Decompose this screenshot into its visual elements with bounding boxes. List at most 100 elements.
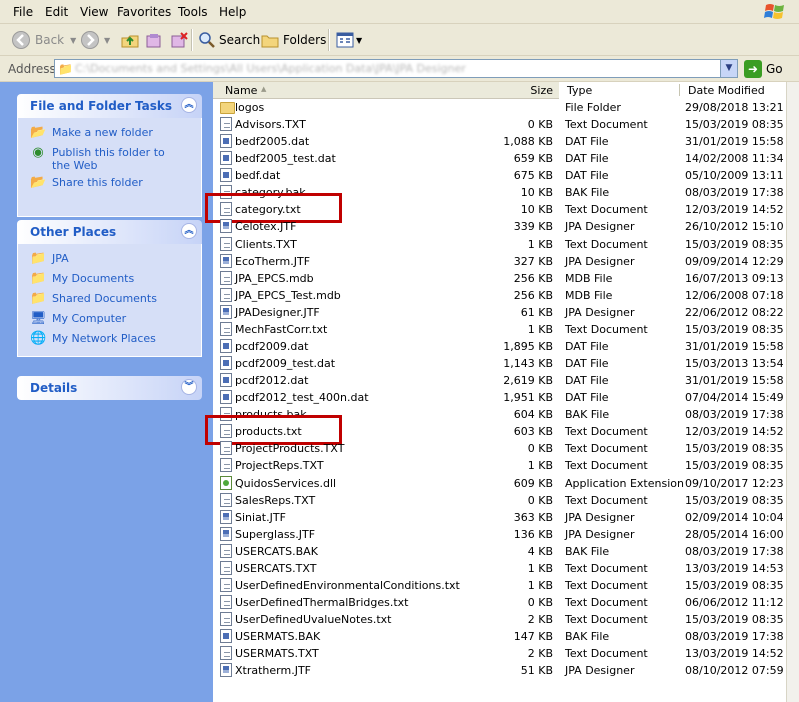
file-row[interactable]: EcoTherm.JTF 327 KB JPA Designer 09/09/2014… — [213, 253, 786, 270]
collapse-icon[interactable]: ︽ — [181, 97, 197, 113]
file-name: USERMATS.BAK — [235, 630, 321, 644]
column-header-size[interactable]: Size — [479, 82, 557, 99]
file-row[interactable]: UserDefinedThermalBridges.txt 0 KB Text Do… — [213, 594, 786, 611]
file-row[interactable]: ProjectReps.TXT 1 KB Text Document 15/03/20… — [213, 457, 786, 474]
file-row[interactable]: Xtratherm.JTF 51 KB JPA Designer 08/10/2012… — [213, 662, 786, 679]
column-header-type[interactable]: Type — [559, 82, 679, 99]
jtf-file-icon — [220, 253, 232, 268]
back-arrow-icon — [12, 31, 30, 49]
file-date: 09/09/2014 12:29 — [685, 254, 784, 268]
panel-header[interactable]: Details ︾ — [17, 376, 202, 400]
file-size: 0 KB — [527, 442, 553, 456]
place-my-computer[interactable]: 🖥 My Computer — [30, 312, 126, 326]
place-my-documents[interactable]: 📁 My Documents — [30, 272, 134, 286]
file-row[interactable]: SalesReps.TXT 0 KB Text Document 15/03/2019… — [213, 492, 786, 509]
file-row[interactable]: Siniat.JTF 363 KB JPA Designer 02/09/2014 1… — [213, 509, 786, 526]
file-row[interactable]: bedf2005_test.dat 659 KB DAT File 14/02/200… — [213, 150, 786, 167]
views-dropdown-icon[interactable]: ▼ — [356, 36, 362, 45]
panel-title: Other Places — [30, 225, 117, 239]
column-type-label: Type — [567, 84, 593, 97]
place-shared-documents[interactable]: 📁 Shared Documents — [30, 292, 157, 306]
file-row[interactable]: JPA_EPCS.mdb 256 KB MDB File 16/07/2013 09:… — [213, 270, 786, 287]
dat-file-icon — [220, 390, 232, 405]
file-size: 136 KB — [513, 527, 553, 541]
file-date: 15/03/2019 08:35 — [685, 442, 784, 456]
file-row[interactable]: QuidosServices.dll 609 KB Application Exte… — [213, 475, 786, 492]
file-row[interactable]: UserDefinedUvalueNotes.txt 2 KB Text Docum… — [213, 611, 786, 628]
search-button[interactable]: Search — [198, 29, 260, 51]
address-dropdown-icon[interactable]: ▼ — [720, 60, 737, 77]
menu-file[interactable]: File — [13, 5, 33, 19]
jtf-file-icon — [220, 304, 232, 319]
panel-title: Details — [30, 381, 78, 395]
file-row[interactable]: USERMATS.TXT 2 KB Text Document 13/03/2019 … — [213, 645, 786, 662]
file-row[interactable]: pcdf2009_test.dat 1,143 KB DAT File 15/03/2… — [213, 355, 786, 372]
txt-file-icon — [220, 441, 232, 456]
file-date: 15/03/2019 08:35 — [685, 613, 784, 627]
panel-header[interactable]: Other Places ︽ — [17, 220, 202, 244]
back-button[interactable]: Back ▼ — [11, 29, 76, 51]
file-type: JPA Designer — [565, 510, 635, 524]
file-row[interactable]: Superglass.JTF 136 KB JPA Designer 28/05/20… — [213, 526, 786, 543]
menu-tools[interactable]: Tools — [178, 5, 208, 19]
up-folder-button[interactable] — [120, 29, 140, 51]
task-share-folder[interactable]: 📂 Share this folder — [30, 176, 143, 190]
file-row[interactable]: USERCATS.TXT 1 KB Text Document 13/03/2019 … — [213, 560, 786, 577]
menu-edit[interactable]: Edit — [45, 5, 68, 19]
delete-icon — [171, 32, 188, 48]
column-header-date[interactable]: Date Modified — [680, 82, 786, 99]
file-row[interactable]: JPA_EPCS_Test.mdb 256 KB MDB File 12/06/200… — [213, 287, 786, 304]
file-size: 363 KB — [513, 510, 553, 524]
delete-button[interactable] — [170, 29, 188, 51]
file-name: Siniat.JTF — [235, 510, 286, 524]
place-label: My Computer — [52, 312, 127, 325]
file-name: SalesReps.TXT — [235, 493, 316, 507]
txt-file-icon — [220, 595, 232, 610]
move-to-button[interactable] — [145, 29, 163, 51]
menu-help[interactable]: Help — [219, 5, 246, 19]
file-type: Text Document — [565, 442, 648, 456]
expand-icon[interactable]: ︾ — [181, 379, 197, 395]
file-date: 09/10/2017 12:23 — [685, 476, 784, 490]
place-my-network[interactable]: 🌐 My Network Places — [30, 332, 156, 346]
windows-logo-icon — [764, 4, 784, 19]
file-row[interactable]: JPADesigner.JTF 61 KB JPA Designer 22/06/20… — [213, 304, 786, 321]
task-publish-to-web[interactable]: ◉ Publish this folder to the Web — [30, 146, 182, 173]
address-input[interactable]: 📁 C:\Documents and Settings\All Users\Ap… — [54, 59, 738, 78]
file-size: 1,951 KB — [503, 391, 553, 405]
file-row[interactable]: Clients.TXT 1 KB Text Document 15/03/2019 0… — [213, 236, 786, 253]
forward-button[interactable]: ▼ — [80, 29, 110, 51]
file-row[interactable]: USERCATS.BAK 4 KB BAK File 08/03/2019 17:38 — [213, 543, 786, 560]
collapse-icon[interactable]: ︽ — [181, 223, 197, 239]
file-row[interactable]: logos File Folder 29/08/2018 13:21 — [213, 99, 786, 116]
file-type: Text Document — [565, 322, 648, 336]
place-jpa[interactable]: 📁 JPA — [30, 252, 69, 266]
file-type: JPA Designer — [565, 254, 635, 268]
file-row[interactable]: pcdf2012_test_400n.dat 1,951 KB DAT File 07… — [213, 389, 786, 406]
menu-view[interactable]: View — [80, 5, 108, 19]
file-row[interactable]: ProjectProducts.TXT 0 KB Text Document 15/0… — [213, 440, 786, 457]
back-dropdown-icon[interactable]: ▼ — [70, 36, 76, 45]
file-row[interactable]: bedf2005.dat 1,088 KB DAT File 31/01/2019 1… — [213, 133, 786, 150]
file-row[interactable]: Advisors.TXT 0 KB Text Document 15/03/2019 … — [213, 116, 786, 133]
file-row[interactable]: pcdf2009.dat 1,895 KB DAT File 31/01/2019 1… — [213, 338, 786, 355]
file-date: 13/03/2019 14:53 — [685, 561, 784, 575]
network-places-icon: 🌐 — [30, 331, 47, 346]
task-make-new-folder[interactable]: 📂 Make a new folder — [30, 126, 153, 140]
file-row[interactable]: UserDefinedEnvironmentalConditions.txt 1 … — [213, 577, 786, 594]
vertical-scrollbar[interactable] — [786, 82, 799, 702]
menu-bar: File Edit View Favorites Tools Help — [0, 0, 799, 24]
file-size: 61 KB — [520, 305, 553, 319]
views-button[interactable]: ▼ — [336, 29, 362, 51]
file-row[interactable]: Celotex.JTF 339 KB JPA Designer 26/10/2012 … — [213, 218, 786, 235]
forward-dropdown-icon[interactable]: ▼ — [104, 36, 110, 45]
panel-header[interactable]: File and Folder Tasks ︽ — [17, 94, 202, 118]
go-button[interactable]: ➜ Go — [744, 59, 783, 79]
file-row[interactable]: pcdf2012.dat 2,619 KB DAT File 31/01/2019 1… — [213, 372, 786, 389]
menu-favorites[interactable]: Favorites — [117, 5, 171, 19]
file-row[interactable]: MechFastCorr.txt 1 KB Text Document 15/03/2… — [213, 321, 786, 338]
file-row[interactable]: bedf.dat 675 KB DAT File 05/10/2009 13:11 — [213, 167, 786, 184]
file-size: 1 KB — [527, 237, 553, 251]
folders-button[interactable]: Folders — [261, 29, 326, 51]
file-row[interactable]: USERMATS.BAK 147 KB BAK File 08/03/2019 17:… — [213, 628, 786, 645]
